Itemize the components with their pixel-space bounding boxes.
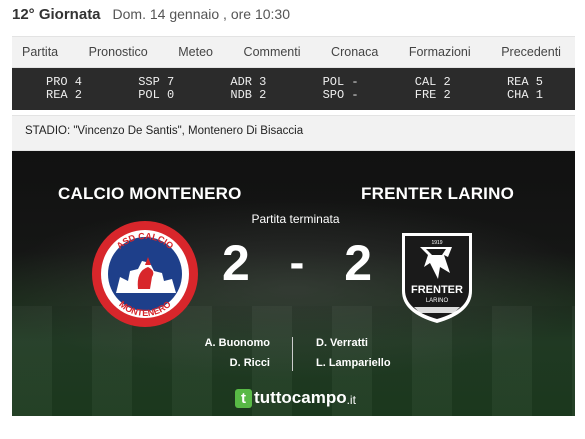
scorers-divider	[292, 337, 293, 371]
away-team-logo[interactable]: 1919 FRENTER LARINO	[400, 227, 474, 325]
tab-precedenti[interactable]: Precedenti	[501, 45, 561, 59]
other-results-bar: PRO 4 REA 2 SSP 7 POL 0 ADR 3 NDB 2 POL …	[12, 68, 575, 110]
tab-cronaca[interactable]: Cronaca	[331, 45, 378, 59]
away-score: 2	[344, 235, 372, 291]
away-logo-subtext: LARINO	[426, 298, 449, 304]
away-scorer: D. Verratti	[316, 337, 368, 349]
match-tabs: Partita Pronostico Meteo Commenti Cronac…	[12, 36, 575, 68]
tab-commenti[interactable]: Commenti	[244, 45, 301, 59]
brand-name: tuttocampo	[254, 388, 347, 407]
tab-partita[interactable]: Partita	[22, 45, 58, 59]
away-scorer: L. Lampariello	[316, 357, 391, 369]
scoreboard-panel: CALCIO MONTENERO FRENTER LARINO Partita …	[12, 151, 575, 416]
home-team-logo[interactable]: ASD CALCIO MONTENERO	[90, 219, 200, 329]
tab-meteo[interactable]: Meteo	[178, 45, 213, 59]
home-score: 2	[222, 235, 250, 291]
result-away-line: SPO -	[322, 88, 359, 102]
home-scorer: A. Buonomo	[204, 337, 270, 349]
result-away-line: NDB 2	[230, 88, 267, 102]
home-scorers: A. Buonomo D. Ricci	[205, 333, 270, 373]
away-scorers: D. Verratti L. Lampariello	[316, 333, 391, 373]
away-logo-text: FRENTER	[411, 284, 463, 296]
result-item[interactable]: ADR 3 NDB 2	[230, 76, 266, 110]
result-away-line: REA 2	[46, 88, 83, 102]
tuttocampo-logo[interactable]: t tuttocampo .it	[12, 388, 575, 408]
result-item[interactable]: SSP 7 POL 0	[138, 76, 174, 110]
result-item[interactable]: POL - SPO -	[323, 76, 359, 110]
match-datetime: Dom. 14 gennaio , ore 10:30	[112, 6, 290, 22]
result-away-line: POL 0	[138, 88, 175, 102]
result-item[interactable]: PRO 4 REA 2	[46, 76, 82, 110]
scorers-list: A. Buonomo D. Ricci D. Verratti L. Lampa…	[12, 333, 575, 373]
stadium-info: STADIO: "Vincenzo De Santis", Montenero …	[12, 115, 575, 151]
result-item[interactable]: CAL 2 FRE 2	[415, 76, 451, 110]
tab-pronostico[interactable]: Pronostico	[89, 45, 148, 59]
round-title: 12° Giornata	[12, 6, 101, 23]
result-item[interactable]: REA 5 CHA 1	[507, 76, 543, 110]
brand-badge-icon: t	[235, 388, 253, 408]
score-separator: -	[289, 238, 305, 287]
tab-formazioni[interactable]: Formazioni	[409, 45, 471, 59]
home-scorer: D. Ricci	[229, 357, 270, 369]
result-away-line: CHA 1	[506, 88, 543, 102]
match-header: 12° Giornata Dom. 14 gennaio , ore 10:30	[12, 6, 290, 28]
brand-tld: .it	[346, 393, 356, 407]
home-team-name[interactable]: CALCIO MONTENERO	[58, 184, 242, 204]
away-team-name[interactable]: FRENTER LARINO	[361, 184, 514, 204]
final-score: 2 - 2	[222, 235, 372, 291]
away-logo-year: 1919	[431, 240, 442, 246]
result-away-line: FRE 2	[414, 88, 451, 102]
